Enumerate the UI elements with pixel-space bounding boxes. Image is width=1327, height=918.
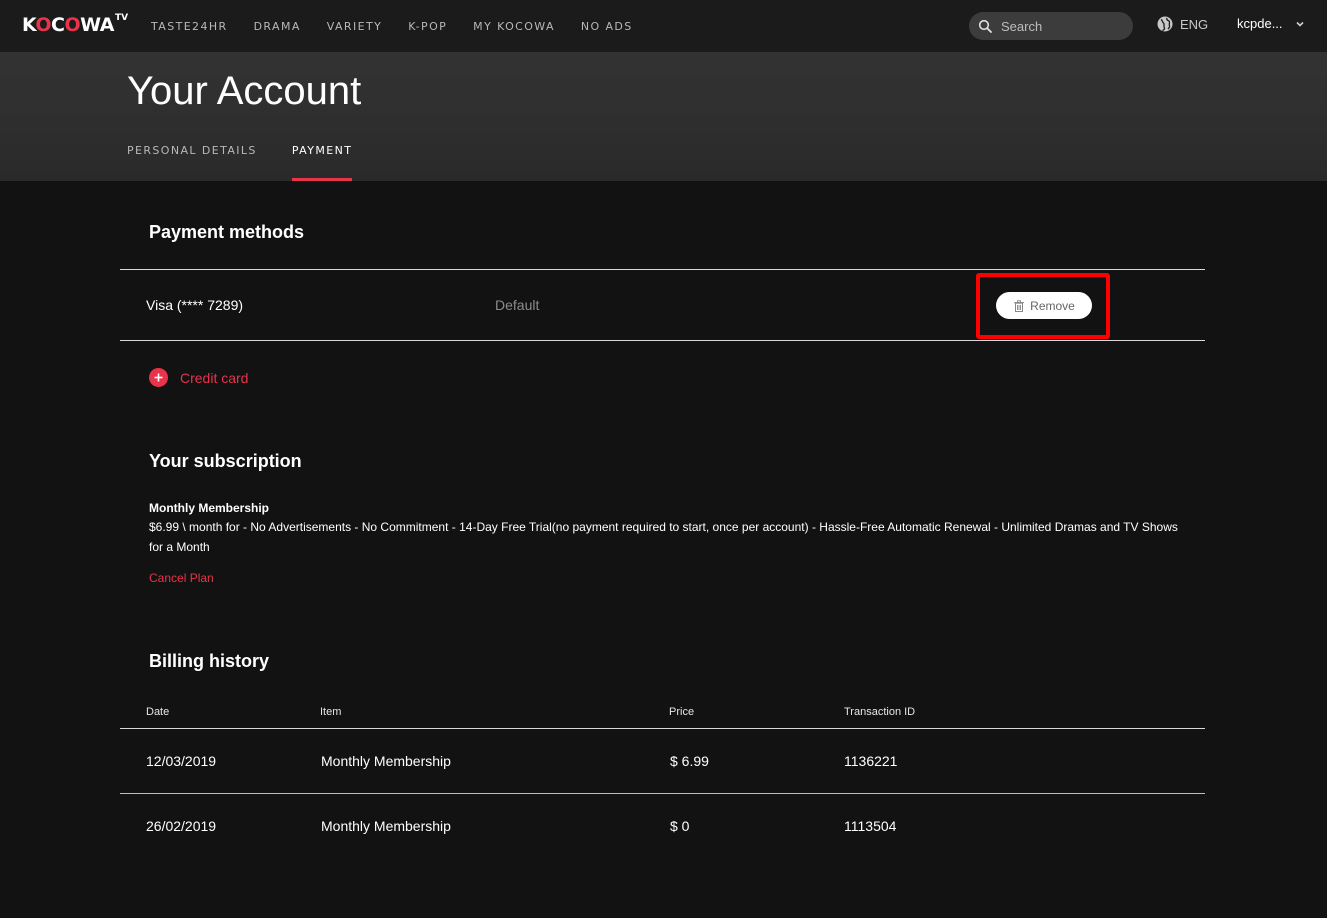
row-price: $ 6.99	[670, 753, 709, 769]
add-credit-card-button[interactable]: Credit card	[149, 368, 248, 387]
user-name: kcpde...	[1237, 16, 1283, 31]
globe-icon	[1157, 16, 1173, 32]
tab-payment[interactable]: PAYMENT	[291, 144, 353, 181]
remove-card-button[interactable]: Remove	[996, 292, 1092, 319]
nav-links: TASTE24HR DRAMA VARIETY K-POP MY KOCOWA …	[151, 0, 659, 52]
column-header-item: Item	[320, 706, 342, 718]
language-selector[interactable]: ENG	[1157, 16, 1208, 32]
row-item: Monthly Membership	[321, 753, 451, 769]
remove-button-label: Remove	[1030, 298, 1075, 313]
divider	[120, 728, 1205, 729]
divider	[120, 269, 1205, 270]
row-transaction-id: 1136221	[844, 753, 898, 769]
row-date: 26/02/2019	[146, 818, 217, 834]
tab-personal-details[interactable]: PERSONAL DETAILS	[127, 144, 257, 181]
add-credit-card-label: Credit card	[180, 369, 249, 386]
language-label: ENG	[1180, 16, 1209, 32]
chevron-down-icon	[1295, 21, 1304, 27]
row-date: 12/03/2019	[146, 753, 217, 769]
column-header-price: Price	[669, 706, 695, 718]
cancel-plan-link[interactable]: Cancel Plan	[149, 571, 214, 585]
column-header-transaction-id: Transaction ID	[844, 706, 916, 718]
row-transaction-id: 1113504	[844, 818, 897, 834]
search-box[interactable]	[969, 12, 1133, 40]
search-icon	[978, 19, 992, 33]
page-title: Your Account	[127, 69, 362, 113]
trash-icon	[1014, 299, 1025, 312]
nav-link-variety[interactable]: VARIETY	[327, 20, 382, 33]
nav-link-taste24hr[interactable]: TASTE24HR	[151, 20, 228, 33]
kocowa-logo[interactable]: KOCOWA TV	[22, 12, 128, 38]
payment-methods-title: Payment methods	[149, 222, 305, 242]
default-badge: Default	[495, 297, 540, 313]
plus-icon	[149, 368, 168, 387]
plan-description: $6.99 \ month for - No Advertisements - …	[149, 520, 1178, 554]
row-price: $ 0	[670, 818, 690, 834]
row-item: Monthly Membership	[321, 818, 451, 834]
nav-link-drama[interactable]: DRAMA	[254, 20, 301, 33]
nav-link-no-ads[interactable]: NO ADS	[581, 20, 633, 33]
account-tabs: PERSONAL DETAILS PAYMENT	[127, 144, 387, 181]
nav-link-my-kocowa[interactable]: MY KOCOWA	[473, 20, 555, 33]
billing-history-title: Billing history	[149, 651, 270, 671]
column-header-date: Date	[146, 706, 170, 718]
top-navigation: KOCOWA TV TASTE24HR DRAMA VARIETY K-POP …	[0, 0, 1327, 52]
user-menu[interactable]: kcpde...	[1237, 16, 1305, 31]
search-input[interactable]	[1001, 18, 1121, 34]
payment-card-label: Visa (**** 7289)	[146, 297, 244, 313]
account-header: Your Account PERSONAL DETAILS PAYMENT	[0, 52, 1327, 181]
plan-name: Monthly Membership	[149, 501, 270, 515]
divider	[120, 793, 1205, 794]
divider	[120, 340, 1205, 341]
nav-link-kpop[interactable]: K-POP	[408, 20, 447, 33]
subscription-title: Your subscription	[149, 451, 302, 471]
